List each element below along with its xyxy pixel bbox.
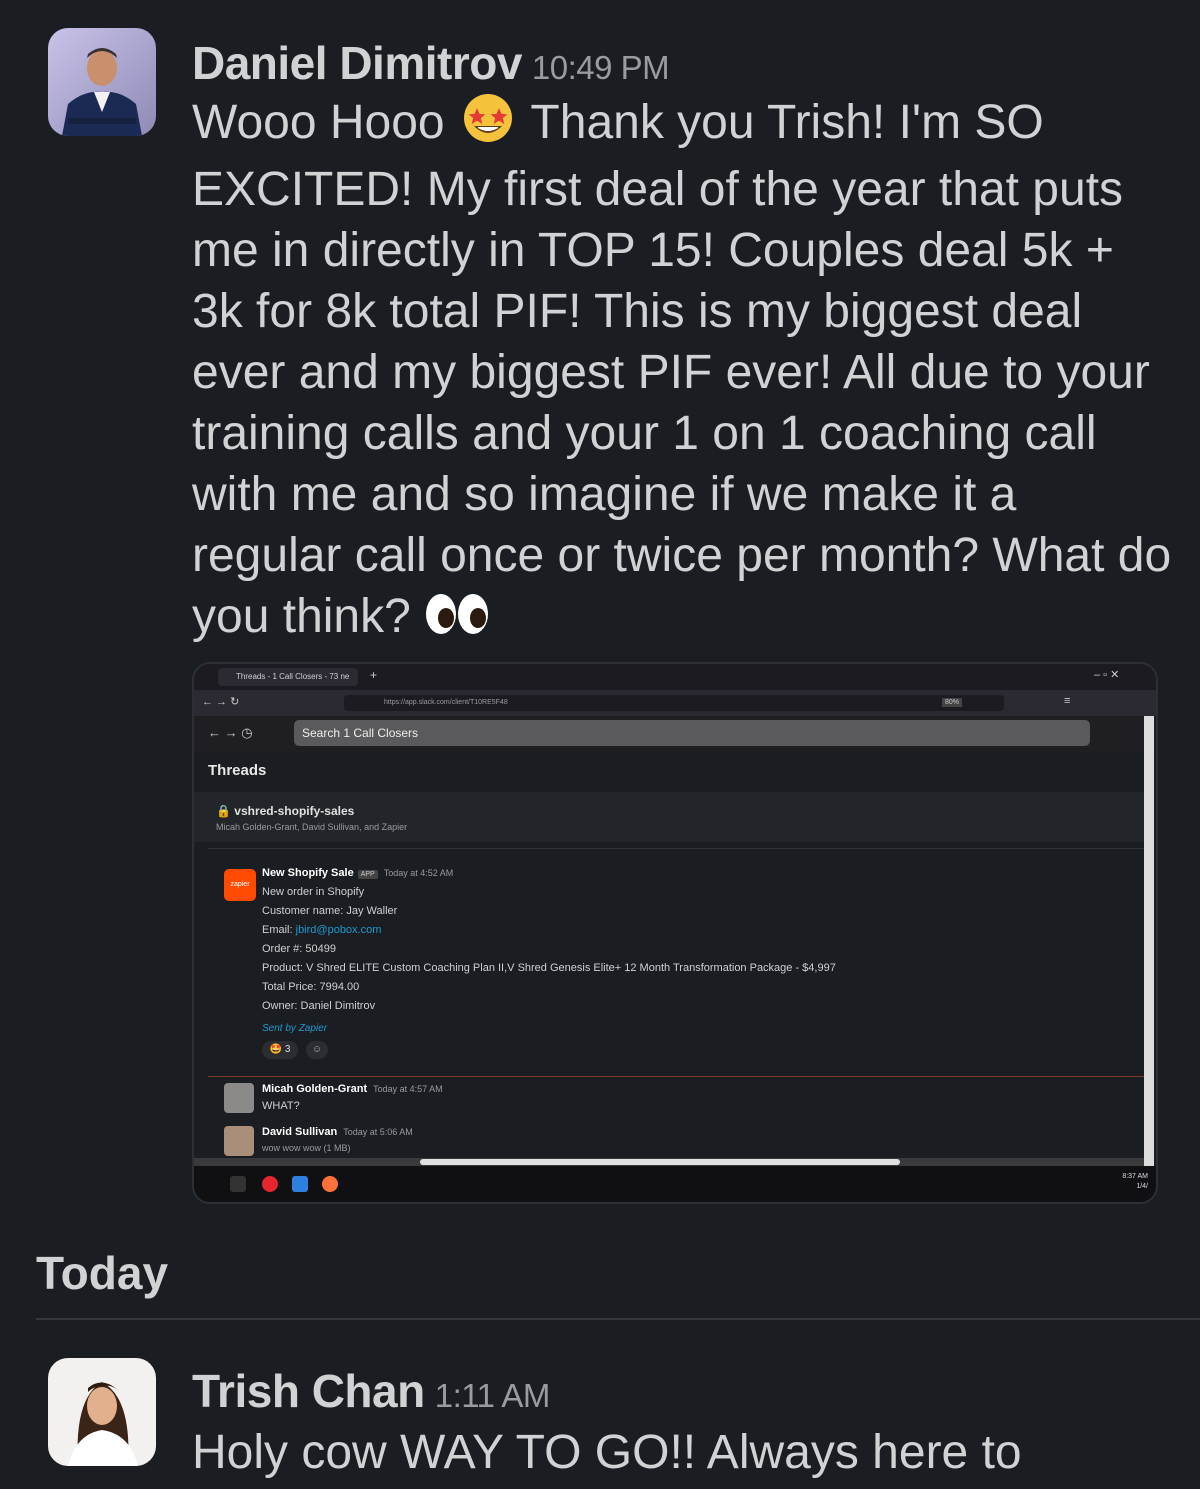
system-clock[interactable]: 8:37 AM 1/4/ — [1122, 1172, 1148, 1192]
avatar[interactable] — [224, 1083, 254, 1113]
new-tab-icon[interactable]: + — [370, 668, 377, 682]
search-app-icon[interactable] — [292, 1176, 308, 1192]
reply-text: wow wow wow (1 MB) — [262, 1143, 351, 1153]
firefox-icon[interactable] — [322, 1176, 338, 1192]
zapier-logo-icon: zapier — [224, 869, 256, 901]
browser-tab[interactable]: Threads - 1 Call Closers - 73 ne — [218, 668, 358, 686]
reaction-pill[interactable]: 🤩 3 — [262, 1041, 298, 1059]
reply-text: WHAT? — [262, 1100, 300, 1112]
day-divider-line — [36, 1318, 1200, 1320]
message-text: Wooo Hooo Thank you Trish! I'm SO EXCITE… — [192, 92, 1172, 653]
sent-by-zapier[interactable]: Sent by Zapier — [262, 1023, 327, 1034]
attached-screenshot[interactable]: Threads - 1 Call Closers - 73 ne + – ▫ ✕… — [192, 662, 1158, 1204]
star-struck-emoji-icon — [458, 92, 518, 159]
message-author[interactable]: Trish Chan 1:11 AM — [192, 1364, 550, 1418]
post-line: Order #: 50499 — [262, 943, 336, 955]
email-link[interactable]: jbird@pobox.com — [296, 924, 382, 936]
post-line: Owner: Daniel Dimitrov — [262, 1000, 376, 1012]
message-trish: Trish Chan 1:11 AM Holy cow WAY TO GO!! A… — [0, 1340, 1200, 1489]
browser-tabbar: Threads - 1 Call Closers - 73 ne + – ▫ ✕ — [194, 664, 1156, 690]
channel-name[interactable]: 🔒 vshred-shopify-sales — [216, 804, 354, 818]
avatar[interactable] — [48, 28, 156, 136]
threads-view: Threads 🔒 vshred-shopify-sales Micah Gol… — [194, 752, 1144, 1166]
slack-topbar: ← → ◷ Search 1 Call Closers — [194, 716, 1156, 752]
page-title: Threads — [208, 762, 267, 779]
thread-reply: Micah Golden-Grant Today at 4:57 AM WHAT? — [208, 1076, 1144, 1121]
window-controls-icon[interactable]: – ▫ ✕ — [1094, 668, 1119, 681]
back-forward-icon[interactable]: ← → ↻ — [202, 695, 239, 708]
history-nav-icon[interactable]: ← → ◷ — [208, 725, 253, 741]
zoom-level[interactable]: 80% — [942, 698, 963, 707]
opera-icon[interactable] — [262, 1176, 278, 1192]
os-taskbar: 8:37 AM 1/4/ — [194, 1166, 1156, 1202]
post-line: Product: V Shred ELITE Custom Coaching P… — [262, 962, 836, 974]
reply-header: David Sullivan Today at 5:06 AM — [262, 1126, 413, 1138]
address-bar[interactable]: https://app.slack.com/client/T10RE5F48 — [344, 695, 1004, 711]
horizontal-scrollbar[interactable] — [194, 1158, 1144, 1166]
message-author[interactable]: Daniel Dimitrov 10:49 PM — [192, 36, 670, 90]
post-line: New order in Shopify — [262, 886, 365, 898]
avatar[interactable] — [224, 1126, 254, 1156]
message-timestamp[interactable]: 10:49 PM — [532, 49, 670, 86]
taskview-icon[interactable] — [230, 1176, 246, 1192]
reply-header: Micah Golden-Grant Today at 4:57 AM — [262, 1083, 443, 1095]
browser-menu-icon[interactable]: ≡ — [1064, 695, 1070, 707]
post-email-line: Email: jbird@pobox.com — [262, 924, 382, 936]
vertical-scrollbar[interactable] — [1144, 716, 1154, 1166]
day-divider-label[interactable]: Today — [36, 1246, 168, 1300]
message-text: Holy cow WAY TO GO!! Always here to — [192, 1426, 1022, 1479]
message-daniel: Daniel Dimitrov 10:49 PM Wooo Hooo Thank … — [0, 0, 1200, 1220]
add-reaction-icon[interactable]: ☺ — [306, 1041, 328, 1059]
thread-parent-message: zapier New Shopify Sale APP Today at 4:52 … — [208, 848, 1144, 1077]
post-header: New Shopify Sale APP Today at 4:52 AM — [262, 867, 454, 879]
post-line: Total Price: 7994.00 — [262, 981, 360, 993]
thread-channel-header[interactable]: 🔒 vshred-shopify-sales Micah Golden-Gran… — [194, 792, 1144, 842]
browser-navbar: ← → ↻ https://app.slack.com/client/T10RE… — [194, 690, 1156, 716]
avatar[interactable] — [48, 1358, 156, 1466]
post-line: Customer name: Jay Waller — [262, 905, 398, 917]
message-timestamp[interactable]: 1:11 AM — [435, 1377, 551, 1414]
eyes-emoji-icon — [424, 590, 490, 653]
search-input[interactable]: Search 1 Call Closers — [294, 720, 1090, 746]
channel-members: Micah Golden-Grant, David Sullivan, and … — [216, 822, 408, 832]
